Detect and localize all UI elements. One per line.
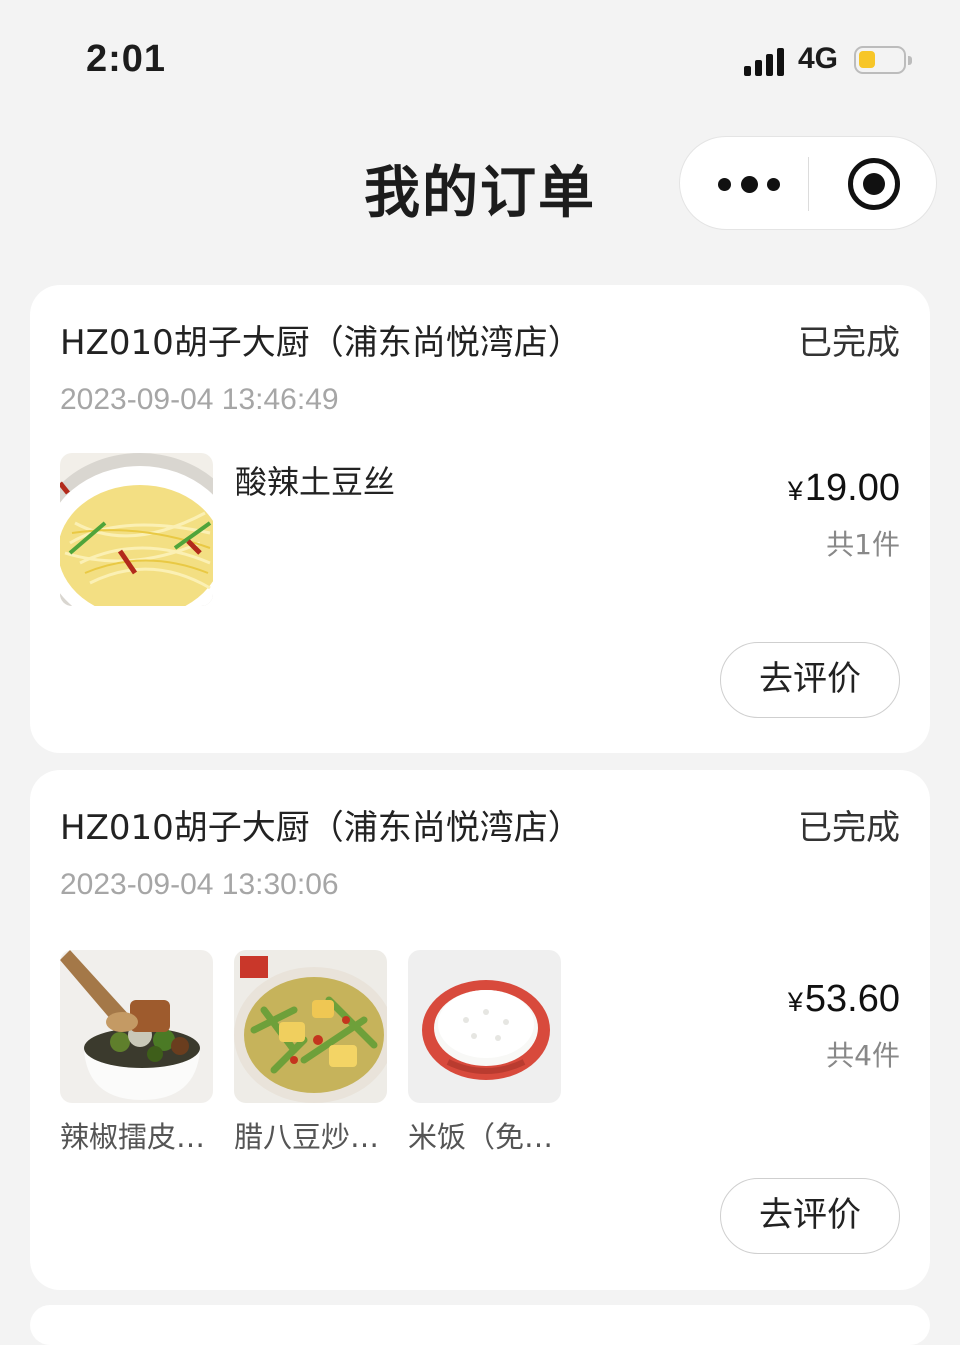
review-button[interactable]: 去评价 [720,1178,900,1254]
item-count: 共1件 [826,528,900,561]
dish-image-potato [60,453,213,606]
store-name: HZ010胡子大厨（浦东尚悦湾店） [60,323,582,363]
review-button[interactable]: 去评价 [720,642,900,718]
capsule-divider [808,157,809,211]
dish-name: 腊八豆炒… [234,1120,380,1154]
target-circle-icon[interactable] [848,158,900,210]
order-total: ¥53.60 [788,978,900,1021]
dish-name: 米饭（免… [408,1120,554,1154]
currency-symbol: ¥ [787,476,803,506]
store-name: HZ010胡子大厨（浦东尚悦湾店） [60,808,582,848]
signal-icon [744,46,788,76]
dish-image-beans-tofu [234,950,387,1103]
status-time: 2:01 [86,38,167,80]
item-count: 共4件 [826,1039,900,1072]
mini-program-capsule [679,136,937,230]
dish-name: 酸辣土豆丝 [235,463,396,501]
order-amount: 19.00 [804,467,900,509]
currency-symbol: ¥ [787,987,803,1017]
order-total: ¥19.00 [788,467,900,510]
more-dots-icon[interactable] [718,169,780,199]
order-card[interactable] [30,1305,930,1345]
order-datetime: 2023-09-04 13:30:06 [60,868,339,901]
order-amount: 53.60 [804,978,900,1020]
dish-name: 辣椒擂皮… [60,1120,206,1154]
order-status: 已完成 [798,808,900,848]
order-card[interactable]: HZ010胡子大厨（浦东尚悦湾店） 已完成 2023-09-04 13:30:0… [30,770,930,1290]
order-datetime: 2023-09-04 13:46:49 [60,383,339,416]
battery-icon [854,46,912,74]
order-card[interactable]: HZ010胡子大厨（浦东尚悦湾店） 已完成 2023-09-04 13:46:4… [30,285,930,753]
dish-image-chili-mortar [60,950,213,1103]
dish-image-rice [408,950,561,1103]
status-bar: 2:01 4G [0,0,960,120]
order-status: 已完成 [798,323,900,363]
network-type: 4G [798,42,839,75]
